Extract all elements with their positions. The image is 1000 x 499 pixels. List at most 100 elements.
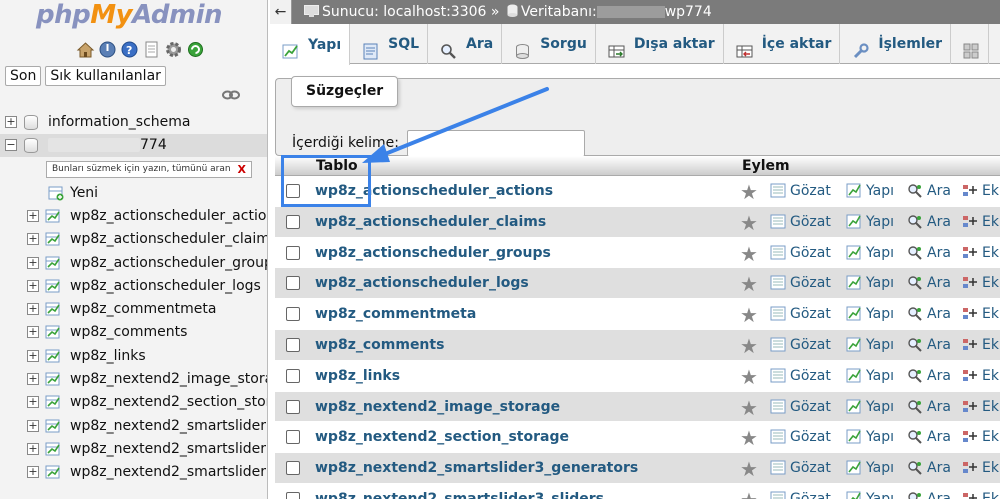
- sidebar-table-name[interactable]: wp8z_links: [70, 348, 146, 364]
- search-action[interactable]: Ara: [907, 453, 951, 483]
- structure-action[interactable]: Yapı: [846, 484, 894, 499]
- table-structure-icon[interactable]: [45, 465, 61, 480]
- expand-icon[interactable]: +: [27, 396, 39, 409]
- sidebar-table-name[interactable]: wp8z_nextend2_smartslider3_sliders_xref: [70, 464, 267, 480]
- back-arrow-icon[interactable]: ←: [270, 0, 292, 24]
- expand-icon[interactable]: +: [27, 349, 39, 362]
- sidebar-table-name[interactable]: wp8z_nextend2_image_storage: [70, 371, 267, 387]
- settings-icon[interactable]: [164, 40, 183, 59]
- expand-icon[interactable]: +: [27, 442, 39, 455]
- expand-icon[interactable]: +: [5, 116, 17, 128]
- insert-action[interactable]: Ek: [962, 207, 999, 237]
- insert-action[interactable]: Ek: [962, 392, 999, 422]
- table-structure-icon[interactable]: [45, 232, 61, 247]
- expand-icon[interactable]: +: [27, 419, 39, 432]
- table-structure-icon[interactable]: [45, 209, 61, 224]
- sidebar-table-item[interactable]: + wp8z_actionscheduler_actions: [0, 205, 267, 228]
- search-action[interactable]: Ara: [907, 299, 951, 329]
- search-action[interactable]: Ara: [907, 207, 951, 237]
- tab-sql[interactable]: SQL: [350, 24, 429, 64]
- table-name-link[interactable]: wp8z_nextend2_image_storage: [315, 392, 560, 422]
- tab-query[interactable]: Sorgu: [502, 24, 596, 64]
- table-structure-icon[interactable]: [45, 395, 61, 410]
- sidebar-table-name[interactable]: wp8z_actionscheduler_logs: [70, 278, 261, 294]
- logout-icon[interactable]: [98, 40, 117, 59]
- db-item-information-schema[interactable]: + information_schema: [0, 111, 267, 134]
- help-icon[interactable]: ?: [120, 40, 139, 59]
- structure-action[interactable]: Yapı: [846, 299, 894, 329]
- search-action[interactable]: Ara: [907, 268, 951, 298]
- browse-action[interactable]: Gözat: [770, 176, 831, 206]
- clear-filter-button[interactable]: X: [238, 162, 246, 177]
- insert-action[interactable]: Ek: [962, 238, 999, 268]
- tab-operations[interactable]: İşlemler: [840, 24, 952, 64]
- table-structure-icon[interactable]: [45, 372, 61, 387]
- sidebar-table-name[interactable]: wp8z_actionscheduler_claims: [70, 231, 267, 247]
- contains-word-input[interactable]: [407, 130, 585, 157]
- docs-icon[interactable]: [142, 40, 161, 59]
- row-checkbox[interactable]: [286, 214, 300, 229]
- insert-action[interactable]: Ek: [962, 330, 999, 360]
- db-item-wp774[interactable]: − 774: [0, 134, 267, 157]
- row-checkbox[interactable]: [286, 368, 300, 383]
- browse-action[interactable]: Gözat: [770, 484, 831, 499]
- sidebar-table-item[interactable]: + wp8z_comments: [0, 321, 267, 344]
- tab-structure[interactable]: Yapı: [270, 24, 351, 65]
- breadcrumb-database-suffix[interactable]: wp774: [665, 4, 712, 20]
- sidebar-table-item[interactable]: + wp8z_actionscheduler_claims: [0, 228, 267, 251]
- row-checkbox[interactable]: [286, 276, 300, 291]
- collapse-icon[interactable]: −: [5, 139, 17, 151]
- structure-action[interactable]: Yapı: [846, 207, 894, 237]
- browse-action[interactable]: Gözat: [770, 453, 831, 483]
- tab-more[interactable]: [951, 24, 990, 64]
- expand-icon[interactable]: +: [27, 233, 39, 246]
- link-with-main-panel-icon[interactable]: [222, 89, 240, 101]
- recent-tables-button[interactable]: Son: [5, 66, 42, 86]
- home-icon[interactable]: [76, 40, 95, 59]
- sidebar-table-name[interactable]: wp8z_nextend2_smartslider3_generators: [70, 418, 267, 434]
- sidebar-table-name[interactable]: wp8z_actionscheduler_actions: [70, 208, 267, 224]
- table-name-link[interactable]: wp8z_actionscheduler_claims: [315, 207, 546, 237]
- sidebar-table-name[interactable]: wp8z_nextend2_smartslider3_sliders: [70, 441, 267, 457]
- browse-action[interactable]: Gözat: [770, 268, 831, 298]
- table-name-link[interactable]: wp8z_nextend2_section_storage: [315, 422, 569, 452]
- insert-action[interactable]: Ek: [962, 268, 999, 298]
- insert-action[interactable]: Ek: [962, 422, 999, 452]
- sidebar-table-item[interactable]: + wp8z_nextend2_image_storage: [0, 368, 267, 391]
- tab-import[interactable]: İçe aktar: [724, 24, 841, 64]
- search-action[interactable]: Ara: [907, 392, 951, 422]
- row-checkbox[interactable]: [286, 307, 300, 322]
- table-structure-icon[interactable]: [45, 279, 61, 294]
- structure-action[interactable]: Yapı: [846, 330, 894, 360]
- sidebar-table-name[interactable]: wp8z_nextend2_section_storage: [70, 394, 267, 410]
- sidebar-table-item[interactable]: + wp8z_nextend2_smartslider3_sliders_xref: [0, 461, 267, 484]
- table-name-link[interactable]: wp8z_comments: [315, 330, 444, 360]
- table-structure-icon[interactable]: [45, 442, 61, 457]
- browse-action[interactable]: Gözat: [770, 299, 831, 329]
- structure-action[interactable]: Yapı: [846, 361, 894, 391]
- sidebar-table-name[interactable]: wp8z_commentmeta: [70, 301, 216, 317]
- favorite-star-icon[interactable]: ★: [740, 428, 758, 448]
- favorite-tables-button[interactable]: Sık kullanılanlar: [45, 66, 166, 86]
- table-structure-icon[interactable]: [45, 302, 61, 317]
- row-checkbox[interactable]: [286, 430, 300, 445]
- insert-action[interactable]: Ek: [962, 299, 999, 329]
- expand-icon[interactable]: +: [27, 210, 39, 222]
- row-checkbox[interactable]: [286, 491, 300, 499]
- table-structure-icon[interactable]: [45, 419, 61, 434]
- structure-action[interactable]: Yapı: [846, 392, 894, 422]
- browse-action[interactable]: Gözat: [770, 361, 831, 391]
- row-checkbox[interactable]: [286, 245, 300, 260]
- favorite-star-icon[interactable]: ★: [740, 336, 758, 356]
- insert-action[interactable]: Ek: [962, 453, 999, 483]
- browse-action[interactable]: Gözat: [770, 422, 831, 452]
- favorite-star-icon[interactable]: ★: [740, 182, 758, 202]
- insert-action[interactable]: Ek: [962, 176, 999, 206]
- row-checkbox[interactable]: [286, 399, 300, 414]
- expand-icon[interactable]: +: [27, 373, 39, 386]
- tab-search[interactable]: Ara: [428, 24, 503, 64]
- table-structure-icon[interactable]: [45, 325, 61, 340]
- table-name-link[interactable]: wp8z_nextend2_smartslider3_generators: [315, 453, 638, 483]
- sidebar-table-item[interactable]: + wp8z_actionscheduler_groups: [0, 252, 267, 275]
- expand-icon[interactable]: +: [27, 466, 39, 479]
